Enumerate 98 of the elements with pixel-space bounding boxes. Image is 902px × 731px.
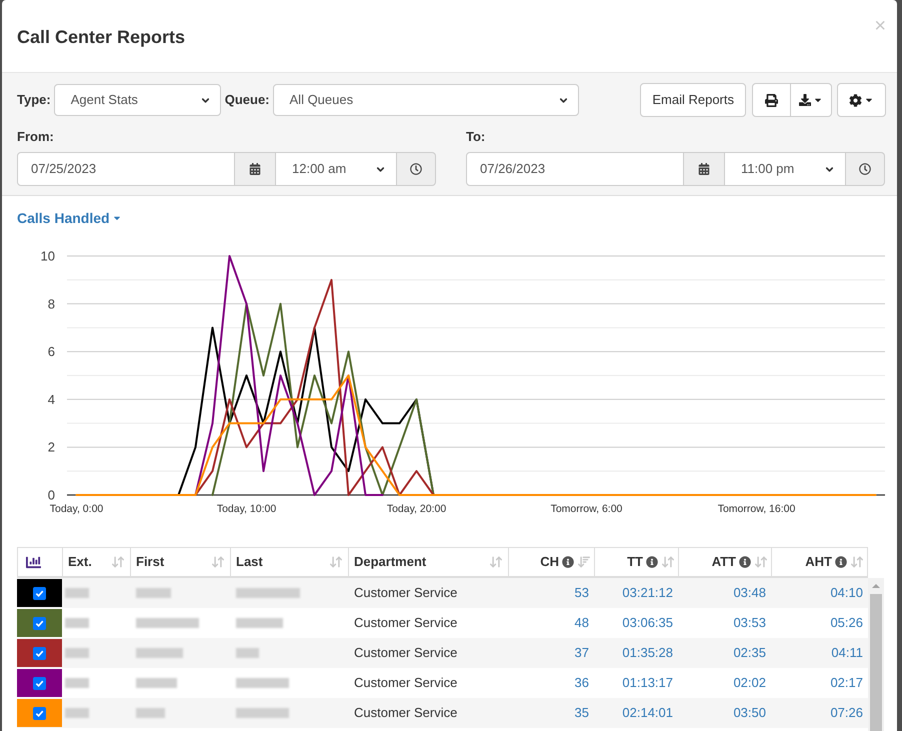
- checkbox[interactable]: [33, 676, 46, 690]
- column-header[interactable]: Last: [230, 548, 348, 576]
- metric-link[interactable]: 05:26: [830, 613, 863, 633]
- metric-link[interactable]: 04:10: [830, 583, 863, 603]
- redacted-text: [65, 618, 89, 628]
- download-menu-button[interactable]: [791, 83, 832, 117]
- metric-link[interactable]: 01:35:28: [622, 643, 673, 663]
- x-axis-label: Today, 0:00: [50, 503, 104, 515]
- metric-link[interactable]: 02:14:01: [622, 703, 673, 723]
- redacted-text: [136, 708, 165, 718]
- calendar-icon: [698, 163, 710, 175]
- x-axis-label: Tomorrow, 6:00: [550, 503, 622, 515]
- bar-chart-icon[interactable]: [26, 554, 41, 570]
- checkbox[interactable]: [33, 586, 46, 600]
- column-header[interactable]: AHT: [771, 548, 868, 576]
- metric-link[interactable]: 02:02: [733, 673, 766, 693]
- redacted-text: [236, 708, 289, 718]
- redacted-text: [65, 708, 89, 718]
- metric-link[interactable]: 03:53: [733, 613, 766, 633]
- redacted-text: [136, 648, 183, 658]
- scrollbar-thumb[interactable]: [870, 594, 882, 731]
- checkbox[interactable]: [33, 616, 46, 630]
- settings-menu-button[interactable]: [837, 83, 886, 117]
- y-axis-label: 8: [48, 296, 55, 312]
- metric-link[interactable]: 02:35: [733, 643, 766, 663]
- info-icon[interactable]: [835, 556, 847, 568]
- calendar-button[interactable]: [235, 152, 275, 186]
- metric-link[interactable]: 04:11: [831, 643, 863, 663]
- table-cell: Customer Service: [354, 645, 458, 660]
- redacted-text: [65, 678, 89, 688]
- metric-link[interactable]: 03:48: [733, 583, 766, 603]
- field-label: Type:: [17, 91, 51, 110]
- metric-link[interactable]: 03:06:35: [622, 613, 673, 633]
- metric-dropdown-link[interactable]: Calls Handled: [17, 209, 122, 227]
- metric-link[interactable]: 36: [574, 673, 589, 693]
- email-reports-button[interactable]: Email Reports: [640, 83, 746, 117]
- x-axis-label: Today, 10:00: [216, 503, 276, 515]
- metric-link[interactable]: 02:17: [830, 673, 863, 693]
- metric-link[interactable]: 01:13:17: [622, 673, 673, 693]
- metric-link[interactable]: 35: [574, 703, 589, 723]
- column-header[interactable]: TT: [594, 548, 678, 576]
- redacted-text: [236, 678, 289, 688]
- x-axis-label: Tomorrow, 16:00: [718, 503, 796, 515]
- time-select[interactable]: 11:00 pm: [724, 152, 846, 186]
- table-cell: Customer Service: [354, 615, 458, 630]
- redacted-text: [65, 588, 89, 598]
- settings-icon: [849, 94, 862, 106]
- column-header[interactable]: Department: [348, 548, 508, 576]
- info-icon[interactable]: [562, 556, 574, 568]
- y-axis-label: 2: [48, 440, 55, 455]
- date-field[interactable]: 07/26/2023: [466, 152, 684, 186]
- table-cell: Customer Service: [354, 675, 458, 690]
- metric-link[interactable]: 03:21:12: [622, 583, 673, 603]
- column-header[interactable]: Ext.: [62, 548, 130, 576]
- column-header[interactable]: First: [130, 548, 230, 576]
- download-icon: [799, 94, 811, 106]
- table-cell: Customer Service: [354, 705, 458, 720]
- clock-icon: [859, 163, 871, 175]
- y-axis-label: 0: [48, 488, 55, 502]
- redacted-text: [136, 588, 171, 598]
- field-label: From:: [17, 128, 54, 146]
- checkbox[interactable]: [33, 706, 46, 720]
- queue-select[interactable]: All Queues: [272, 84, 579, 116]
- column-header[interactable]: CH: [508, 548, 594, 576]
- calendar-icon: [249, 163, 261, 175]
- field-label: To:: [466, 128, 486, 146]
- table-cell: Customer Service: [354, 585, 458, 600]
- scrollbar[interactable]: [868, 578, 884, 731]
- type-select[interactable]: Agent Stats: [54, 84, 221, 116]
- dialog-title: Call Center Reports: [17, 26, 186, 48]
- metric-link[interactable]: 48: [574, 613, 589, 633]
- clock-button[interactable]: [846, 152, 885, 186]
- date-field[interactable]: 07/25/2023: [17, 152, 235, 186]
- print-button[interactable]: [752, 83, 791, 117]
- y-axis-label: 10: [40, 248, 55, 264]
- time-select[interactable]: 12:00 am: [275, 152, 397, 186]
- y-axis-label: 4: [48, 392, 55, 407]
- metric-link[interactable]: 37: [574, 643, 589, 663]
- checkbox[interactable]: [33, 646, 46, 660]
- metric-link[interactable]: 07:26: [830, 703, 863, 723]
- info-icon[interactable]: [646, 556, 658, 568]
- metric-link[interactable]: 03:50: [733, 703, 766, 723]
- x-axis-label: Today, 20:00: [386, 503, 446, 515]
- redacted-text: [65, 648, 89, 658]
- redacted-text: [236, 648, 259, 658]
- field-label: Queue:: [224, 91, 270, 110]
- info-icon[interactable]: [739, 556, 751, 568]
- printer-icon: [765, 94, 778, 106]
- clock-button[interactable]: [397, 152, 436, 186]
- redacted-text: [236, 588, 300, 598]
- y-axis-label: 6: [48, 344, 55, 360]
- metric-link[interactable]: 53: [574, 583, 589, 603]
- redacted-text: [136, 678, 177, 688]
- calendar-button[interactable]: [684, 152, 724, 186]
- redacted-text: [136, 618, 199, 628]
- redacted-text: [236, 618, 283, 628]
- clock-icon: [410, 163, 422, 175]
- column-header[interactable]: ATT: [678, 548, 771, 576]
